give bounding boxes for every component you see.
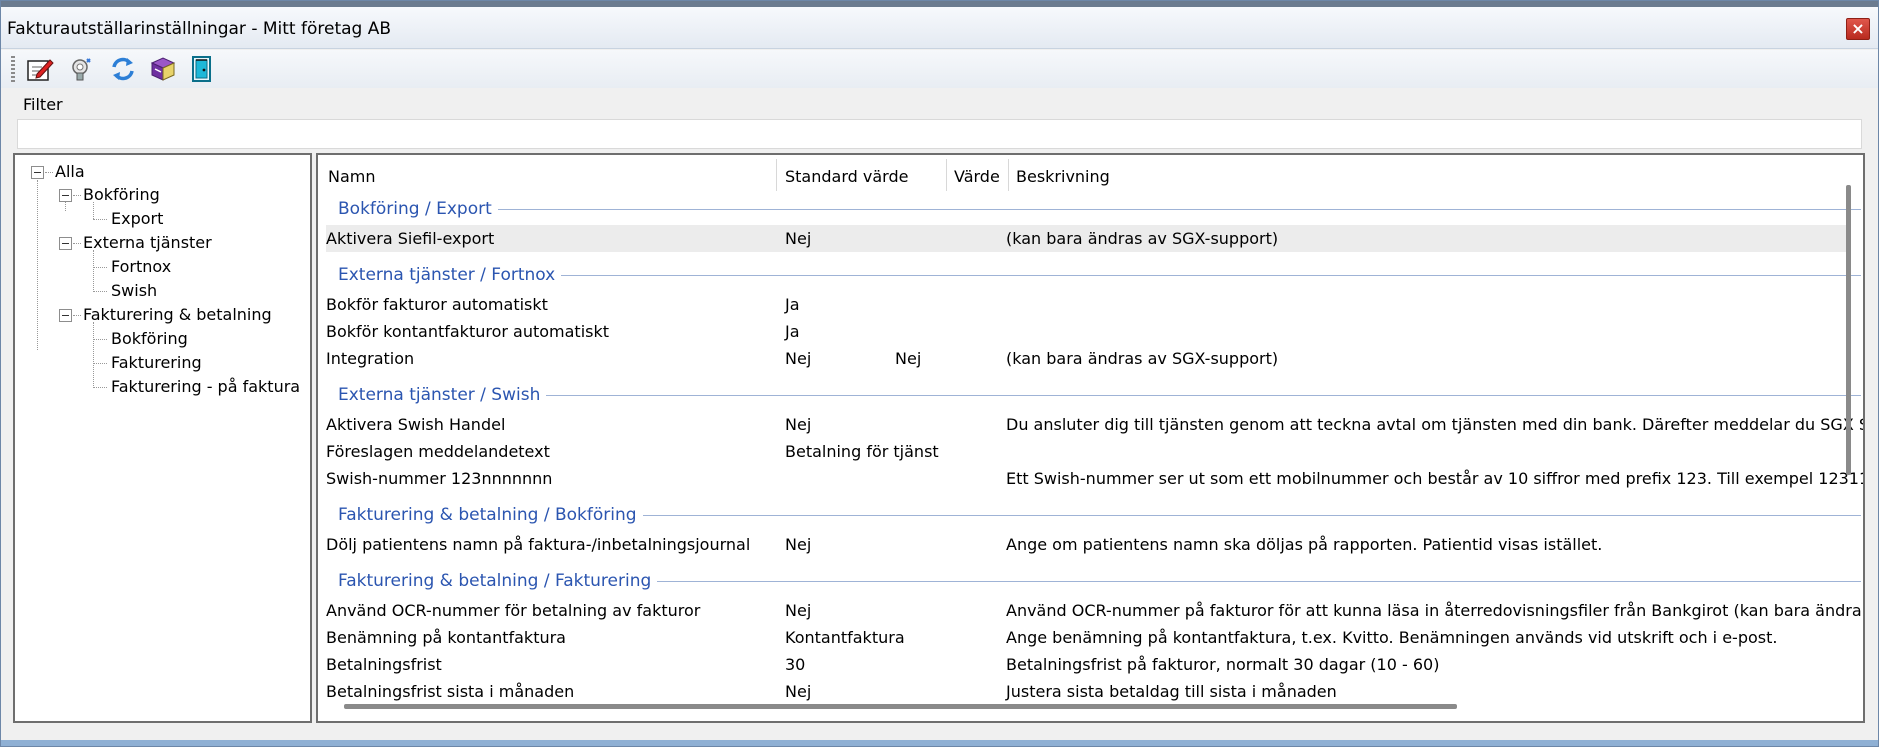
- edit-icon: [27, 59, 54, 81]
- collapse-toggle-bokforing[interactable]: [59, 189, 72, 202]
- setting-name: Swish-nummer 123nnnnnnn: [326, 469, 553, 488]
- setting-default-value: Kontantfaktura: [785, 628, 905, 647]
- toolbar: [1, 50, 1878, 88]
- group-header: Fakturering & betalning / Bokföring: [338, 505, 643, 525]
- setting-description: Ange om patientens namn ska döljas på ra…: [1006, 535, 1603, 554]
- setting-default-value: Nej: [785, 349, 812, 368]
- setting-default-value: Nej: [785, 682, 812, 701]
- book-icon: [150, 57, 176, 81]
- exit-button[interactable]: [187, 55, 217, 83]
- setting-name: Bokför kontantfakturor automatiskt: [326, 322, 610, 341]
- exit-door-icon: [192, 56, 211, 82]
- setting-name: Använd OCR-nummer för betalning av faktu…: [326, 601, 701, 620]
- window-title: Fakturautställarinställningar - Mitt för…: [7, 19, 392, 39]
- horizontal-scrollbar[interactable]: [344, 704, 1457, 709]
- setting-row[interactable]: Föreslagen meddelandetext Betalning för t…: [326, 438, 1851, 465]
- settings-grid: Namn Standard värde Värde Beskrivning Bo…: [316, 153, 1865, 723]
- setting-row[interactable]: Bokför kontantfakturor automatiskt Ja: [326, 318, 1851, 345]
- setting-name: Betalningsfrist: [326, 655, 442, 674]
- setting-default-value: Nej: [785, 229, 812, 248]
- filter-input[interactable]: [17, 119, 1862, 149]
- column-header-varde[interactable]: Värde: [954, 167, 1000, 186]
- setting-name: Bokför fakturor automatiskt: [326, 295, 548, 314]
- group-header: Fakturering & betalning / Fakturering: [338, 571, 658, 591]
- tree-node-fb-fakturering[interactable]: Fakturering: [111, 353, 202, 372]
- setting-description: (kan bara ändras av SGX-support): [1006, 349, 1279, 368]
- tree-node-fakturering-betalning[interactable]: Fakturering & betalning: [83, 305, 272, 324]
- setting-description: (kan bara ändras av SGX-support): [1006, 229, 1279, 248]
- setting-row[interactable]: Betalningsfrist 30 Betalningsfrist på fakt…: [326, 651, 1851, 678]
- setting-name: Aktivera Swish Handel: [326, 415, 506, 434]
- setting-description: Ett Swish-nummer ser ut som ett mobilnum…: [1006, 469, 1865, 488]
- setting-name: Aktivera Siefil-export: [326, 229, 495, 248]
- tree-node-externa-tjanster[interactable]: Externa tjänster: [83, 233, 212, 252]
- setting-row[interactable]: Integration Nej Nej (kan bara ändras av SG…: [326, 345, 1851, 372]
- tree-node-swish[interactable]: Swish: [111, 281, 157, 300]
- title-bar[interactable]: Fakturautställarinställningar - Mitt för…: [1, 7, 1878, 49]
- setting-name: Betalningsfrist sista i månaden: [326, 682, 575, 701]
- setting-row[interactable]: Betalningsfrist sista i månaden Nej Juster…: [326, 678, 1851, 705]
- setting-row[interactable]: Aktivera Siefil-export Nej (kan bara ändr…: [326, 225, 1851, 252]
- column-header-standard-varde[interactable]: Standard värde: [785, 167, 908, 186]
- window-bottom-border: [1, 740, 1878, 746]
- setting-default-value: Nej: [785, 601, 812, 620]
- column-header-beskrivning[interactable]: Beskrivning: [1016, 167, 1110, 186]
- setting-default-value: Nej: [785, 415, 812, 434]
- setting-description: Ange benämning på kontantfaktura, t.ex. …: [1006, 628, 1778, 647]
- tree-node-alla[interactable]: Alla: [55, 162, 85, 181]
- setting-description: Du ansluter dig till tjänsten genom att …: [1006, 415, 1865, 434]
- edit-button[interactable]: [25, 55, 55, 83]
- setting-value[interactable]: Nej: [895, 349, 921, 368]
- setting-row[interactable]: Använd OCR-nummer för betalning av faktu…: [326, 597, 1862, 624]
- setting-description: Betalningsfrist på fakturor, normalt 30 …: [1006, 655, 1440, 674]
- setting-row[interactable]: Bokför fakturor automatiskt Ja: [326, 291, 1851, 318]
- setting-default-value: Nej: [785, 535, 812, 554]
- setting-default-value: Betalning för tjänst: [785, 442, 939, 461]
- grid-header: Namn Standard värde Värde Beskrivning: [318, 155, 1863, 193]
- collapse-toggle-root[interactable]: [31, 166, 44, 179]
- toolbar-grip[interactable]: [11, 56, 15, 82]
- group-header: Bokföring / Export: [338, 199, 498, 219]
- tree-node-fb-bokforing[interactable]: Bokföring: [111, 329, 188, 348]
- tree-node-fb-fakturering-pa-faktura[interactable]: Fakturering - på faktura: [111, 377, 300, 396]
- wizard-button[interactable]: [67, 55, 97, 83]
- tree-node-fortnox[interactable]: Fortnox: [111, 257, 171, 276]
- group-divider: [346, 275, 1861, 276]
- setting-default-value: 30: [785, 655, 806, 674]
- tree-node-bokforing[interactable]: Bokföring: [83, 185, 160, 204]
- setting-name: Benämning på kontantfaktura: [326, 628, 566, 647]
- close-button[interactable]: ×: [1846, 18, 1870, 40]
- group-divider: [346, 395, 1861, 396]
- setting-description: Justera sista betaldag till sista i måna…: [1006, 682, 1337, 701]
- refresh-button[interactable]: [108, 55, 138, 83]
- setting-row[interactable]: Dölj patientens namn på faktura-/inbetal…: [326, 531, 1851, 558]
- group-divider: [346, 209, 1861, 210]
- category-tree: Alla Bokföring Export Externa tjänster F…: [13, 153, 312, 723]
- setting-default-value: Ja: [785, 322, 800, 341]
- setting-description: Använd OCR-nummer på fakturor för att ku…: [1006, 601, 1862, 620]
- setting-row[interactable]: Swish-nummer 123nnnnnnn Ett Swish-nummer …: [326, 465, 1863, 492]
- refresh-icon: [112, 57, 134, 81]
- manual-button[interactable]: [148, 55, 178, 83]
- settings-window: Fakturautställarinställningar - Mitt för…: [0, 0, 1879, 747]
- setting-default-value: Ja: [785, 295, 800, 314]
- setting-row[interactable]: Benämning på kontantfaktura Kontantfaktur…: [326, 624, 1851, 651]
- column-header-namn[interactable]: Namn: [328, 167, 376, 186]
- tree-node-export[interactable]: Export: [111, 209, 163, 228]
- filter-label: Filter: [23, 95, 63, 114]
- collapse-toggle-fakturering[interactable]: [59, 309, 72, 322]
- vertical-scrollbar[interactable]: [1846, 185, 1851, 475]
- setting-name: Föreslagen meddelandetext: [326, 442, 550, 461]
- settings-wizard-icon: [72, 58, 91, 81]
- collapse-toggle-externa[interactable]: [59, 237, 72, 250]
- setting-name: Integration: [326, 349, 415, 368]
- setting-name: Dölj patientens namn på faktura-/inbetal…: [326, 535, 751, 554]
- group-header: Externa tjänster / Fortnox: [338, 265, 562, 285]
- setting-row[interactable]: Aktivera Swish Handel Nej Du ansluter dig …: [326, 411, 1863, 438]
- group-header: Externa tjänster / Swish: [338, 385, 547, 405]
